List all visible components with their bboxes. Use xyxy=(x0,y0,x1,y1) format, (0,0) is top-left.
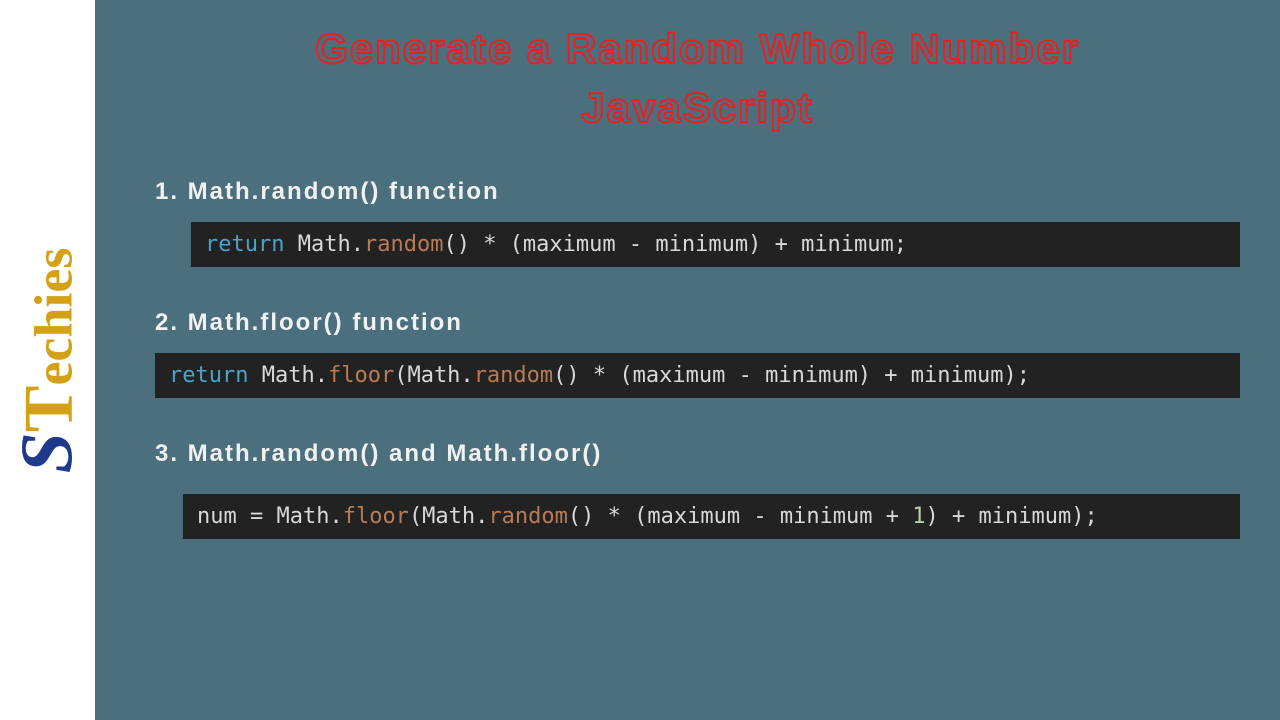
logo-t: T xyxy=(10,385,87,432)
title-line2: JavaScript xyxy=(581,84,813,131)
logo-s: S xyxy=(6,432,88,473)
logo-rest: echies xyxy=(23,247,83,385)
code-block-2: return Math.floor(Math.random() * (maxim… xyxy=(155,353,1240,398)
logo: STechies xyxy=(5,247,90,473)
code-block-1: return Math.random() * (maximum - minimu… xyxy=(191,222,1240,267)
code-block-3: num = Math.floor(Math.random() * (maximu… xyxy=(183,494,1240,539)
title-line1: Generate a Random Whole Number xyxy=(315,25,1080,72)
section-heading-3: 3. Math.random() and Math.floor() xyxy=(155,440,1240,468)
main-content: Generate a Random Whole Number JavaScrip… xyxy=(95,0,1280,720)
page-title: Generate a Random Whole Number JavaScrip… xyxy=(155,20,1240,138)
section-heading-2: 2. Math.floor() function xyxy=(155,309,1240,337)
sidebar: STechies xyxy=(0,0,95,720)
section-heading-1: 1. Math.random() function xyxy=(155,178,1240,206)
